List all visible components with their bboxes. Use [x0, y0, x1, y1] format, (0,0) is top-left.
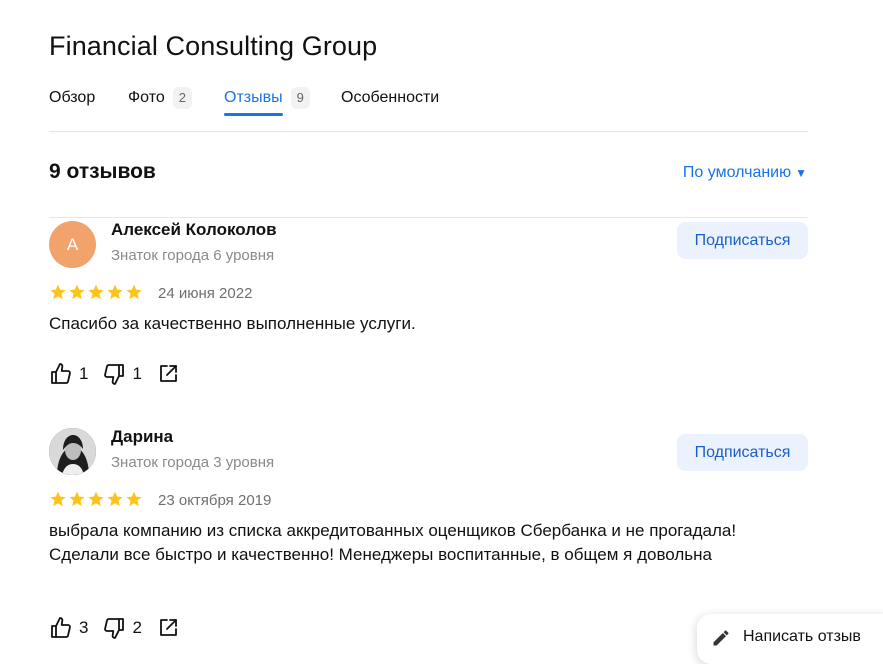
tab-photos[interactable]: Фото 2	[128, 85, 192, 121]
org-title: Financial Consulting Group	[49, 31, 378, 61]
tab-features[interactable]: Особенности	[341, 85, 439, 121]
dislike-button[interactable]: 1	[102, 362, 142, 386]
sort-dropdown[interactable]: По умолчанию ▼	[683, 164, 807, 182]
star-icon	[126, 491, 142, 507]
thumbs-up-icon	[51, 363, 71, 384]
write-review-label: Написать отзыв	[743, 628, 861, 645]
tabs-divider	[49, 131, 808, 132]
sort-label: По умолчанию	[682, 164, 792, 181]
share-icon	[160, 365, 177, 382]
tab-photos-label: Фото	[128, 89, 165, 106]
subscribe-button[interactable]: Подписаться	[677, 222, 808, 259]
write-review-button[interactable]: Написать отзыв	[697, 614, 883, 664]
review-date: 23 октября 2019	[158, 492, 272, 509]
like-count: 1	[79, 364, 89, 383]
thumbs-down-icon	[104, 618, 125, 639]
share-button[interactable]	[156, 362, 180, 386]
rating-stars	[49, 490, 143, 508]
user-photo-icon	[49, 428, 96, 475]
star-icon	[50, 284, 66, 300]
share-button[interactable]	[156, 616, 180, 640]
star-icon	[88, 284, 104, 300]
tab-overview[interactable]: Обзор	[49, 85, 95, 121]
star-icon	[88, 491, 104, 507]
star-icon	[107, 284, 123, 300]
avatar[interactable]: А	[49, 221, 96, 268]
dislike-button[interactable]: 2	[102, 616, 142, 640]
star-icon	[69, 491, 85, 507]
like-count: 3	[79, 618, 89, 637]
author-name[interactable]: Алексей Колоколов	[111, 220, 277, 240]
author-name[interactable]: Дарина	[111, 427, 173, 447]
star-icon	[126, 284, 142, 300]
caret-down-icon: ▼	[795, 166, 807, 180]
thumbs-up-icon	[51, 617, 71, 638]
tab-photos-count: 2	[172, 87, 192, 109]
review-actions: 1 1	[49, 362, 194, 386]
dislike-count: 2	[132, 618, 142, 637]
like-button[interactable]: 1	[49, 362, 88, 386]
author-level: Знаток города 6 уровня	[111, 247, 275, 264]
dislike-count: 1	[132, 364, 142, 383]
tab-reviews-label: Отзывы	[224, 89, 283, 106]
avatar-letter: А	[66, 234, 79, 254]
author-level: Знаток города 3 уровня	[111, 454, 275, 471]
subscribe-button[interactable]: Подписаться	[677, 434, 808, 471]
thumbs-down-icon	[104, 364, 125, 385]
pencil-icon	[713, 630, 729, 646]
reviews-count-heading: 9 отзывов	[49, 160, 156, 183]
review-actions: 3 2	[49, 616, 194, 640]
tab-overview-label: Обзор	[49, 89, 96, 106]
review-date: 24 июня 2022	[158, 285, 253, 302]
like-button[interactable]: 3	[49, 616, 88, 640]
rating-stars	[49, 283, 143, 301]
star-icon	[50, 491, 66, 507]
review-text: Спасибо за качественно выполненные услуг…	[49, 314, 416, 333]
review-text: выбрала компанию из списка аккредитованн…	[49, 521, 737, 564]
tab-reviews-count: 9	[290, 87, 310, 109]
avatar[interactable]	[49, 428, 96, 475]
tab-reviews[interactable]: Отзывы 9	[224, 85, 310, 121]
reviews-header-divider	[49, 217, 808, 218]
tab-features-label: Особенности	[341, 89, 440, 106]
star-icon	[107, 491, 123, 507]
share-icon	[160, 619, 177, 636]
star-icon	[69, 284, 85, 300]
